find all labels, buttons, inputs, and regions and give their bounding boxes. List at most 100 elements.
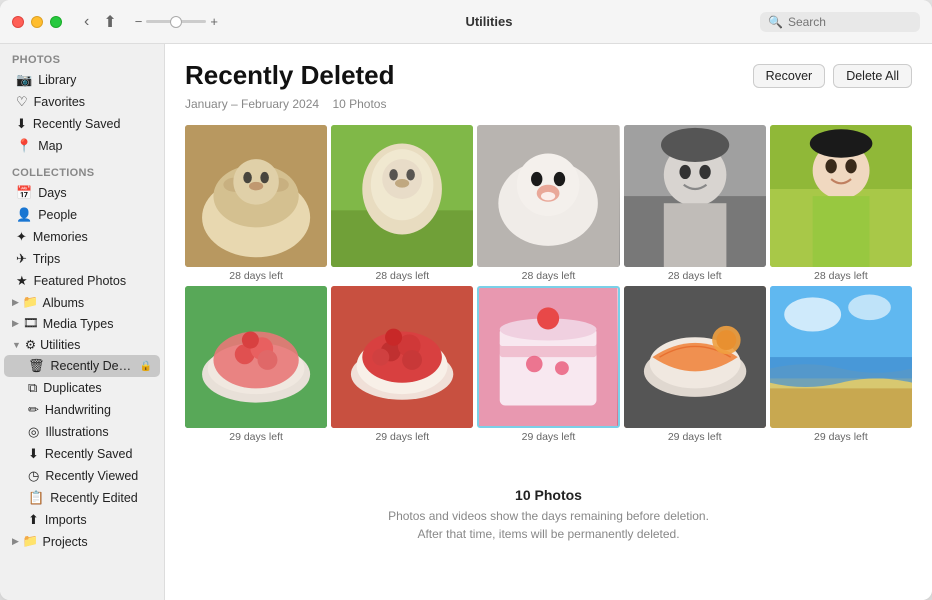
chevron-right-icon: ▶ <box>12 297 19 308</box>
photo-item[interactable]: 28 days left <box>770 125 912 282</box>
trips-icon: ✈ <box>16 251 27 267</box>
photo-item[interactable]: 29 days left <box>331 286 473 443</box>
sidebar-item-label: Map <box>38 139 152 153</box>
zoom-control: − + <box>135 14 218 29</box>
photo-item[interactable]: 28 days left <box>477 125 619 282</box>
sidebar-item-label: Albums <box>43 296 85 310</box>
close-button[interactable] <box>12 16 24 28</box>
sidebar: Photos 📷 Library ♡ Favorites ⬇ Recently … <box>0 44 165 600</box>
sidebar-item-handwriting[interactable]: ✏ Handwriting <box>4 399 160 421</box>
maximize-button[interactable] <box>50 16 62 28</box>
sidebar-item-label: Imports <box>45 513 152 527</box>
chevron-right-icon: ▶ <box>12 536 19 547</box>
sidebar-item-library[interactable]: 📷 Library <box>4 69 160 91</box>
days-left-label: 28 days left <box>477 270 619 282</box>
recover-button[interactable]: Recover <box>753 64 826 88</box>
download-icon: ⬇ <box>28 446 39 462</box>
sidebar-item-favorites[interactable]: ♡ Favorites <box>4 91 160 113</box>
delete-all-button[interactable]: Delete All <box>833 64 912 88</box>
total-count: 10 Photos <box>185 487 912 503</box>
sidebar-item-label: Utilities <box>40 338 80 352</box>
sidebar-item-label: Illustrations <box>45 425 152 439</box>
days-left-label: 29 days left <box>185 431 327 443</box>
sidebar-item-label: Trips <box>33 252 152 266</box>
photo-item[interactable]: 29 days left <box>185 286 327 443</box>
import-icon: ⬆ <box>28 512 39 528</box>
projects-icon: 📁 <box>23 534 39 549</box>
sidebar-item-imports[interactable]: ⬆ Imports <box>4 509 160 531</box>
person-icon: 👤 <box>16 207 32 223</box>
sidebar-item-media-types[interactable]: ▶ 🎞 Media Types <box>4 313 160 334</box>
sidebar-item-days[interactable]: 📅 Days <box>4 182 160 204</box>
photos-section-header: Photos <box>0 44 164 69</box>
photo-item[interactable]: 29 days left <box>624 286 766 443</box>
sidebar-item-label: Media Types <box>43 317 114 331</box>
sidebar-item-utilities[interactable]: ▼ ⚙ Utilities <box>4 334 160 355</box>
sidebar-item-recently-edited[interactable]: 📋 Recently Edited <box>4 487 160 509</box>
sidebar-item-label: Featured Photos <box>34 274 152 288</box>
deletion-description: Photos and videos show the days remainin… <box>185 507 912 543</box>
days-left-label: 29 days left <box>331 431 473 443</box>
sidebar-item-label: Recently Viewed <box>45 469 152 483</box>
sidebar-item-label: Favorites <box>34 95 152 109</box>
sidebar-item-label: Recently Delet... <box>51 359 132 373</box>
sidebar-item-label: Recently Edited <box>50 491 152 505</box>
pen-icon: ✏ <box>28 402 39 418</box>
back-button[interactable]: ‹ <box>80 11 93 33</box>
minimize-button[interactable] <box>31 16 43 28</box>
download-icon: ⬇ <box>16 116 27 132</box>
sidebar-item-trips[interactable]: ✈ Trips <box>4 248 160 270</box>
share-button[interactable]: ⬆ <box>99 10 120 34</box>
sidebar-item-people[interactable]: 👤 People <box>4 204 160 226</box>
sidebar-item-albums[interactable]: ▶ 📁 Albums <box>4 292 160 313</box>
sidebar-item-illustrations[interactable]: ◎ Illustrations <box>4 421 160 443</box>
sidebar-item-featured-photos[interactable]: ★ Featured Photos <box>4 270 160 292</box>
days-left-label: 29 days left <box>624 431 766 443</box>
nav-controls: ‹ ⬆ − + <box>80 10 218 34</box>
sidebar-item-duplicates[interactable]: ⧉ Duplicates <box>4 377 160 399</box>
sidebar-item-label: Projects <box>43 535 88 549</box>
star-icon: ★ <box>16 273 28 289</box>
main-layout: Photos 📷 Library ♡ Favorites ⬇ Recently … <box>0 44 932 600</box>
bottom-info: 10 Photos Photos and videos show the day… <box>185 467 912 553</box>
zoom-minus-button[interactable]: − <box>135 14 143 29</box>
titlebar: ‹ ⬆ − + Utilities 🔍 <box>0 0 932 44</box>
sidebar-item-label: Recently Saved <box>45 447 152 461</box>
days-left-label: 28 days left <box>624 270 766 282</box>
photo-item[interactable]: 29 days left <box>477 286 619 443</box>
calendar-icon: 📅 <box>16 185 32 201</box>
edit-icon: 📋 <box>28 490 44 506</box>
search-bar[interactable]: 🔍 <box>760 12 920 32</box>
zoom-plus-button[interactable]: + <box>210 14 218 29</box>
desc-line2: After that time, items will be permanent… <box>417 527 679 541</box>
search-input[interactable] <box>788 15 908 29</box>
sidebar-item-label: Days <box>38 186 152 200</box>
sidebar-item-recently-saved[interactable]: ⬇ Recently Saved <box>4 113 160 135</box>
photo-item[interactable]: 29 days left <box>770 286 912 443</box>
date-range: January – February 2024 <box>185 97 319 111</box>
media-types-icon: 🎞 <box>23 316 39 331</box>
photo-item[interactable]: 28 days left <box>185 125 327 282</box>
collections-section-header: Collections <box>0 157 164 182</box>
days-left-label: 28 days left <box>770 270 912 282</box>
sidebar-item-memories[interactable]: ✦ Memories <box>4 226 160 248</box>
photo-item[interactable]: 28 days left <box>331 125 473 282</box>
heart-icon: ♡ <box>16 94 28 110</box>
content-subtitle: January – February 2024 10 Photos <box>185 97 912 111</box>
sidebar-item-map[interactable]: 📍 Map <box>4 135 160 157</box>
duplicate-icon: ⧉ <box>28 380 37 396</box>
photo-item[interactable]: 28 days left <box>624 125 766 282</box>
sidebar-item-recently-saved-sub[interactable]: ⬇ Recently Saved <box>4 443 160 465</box>
content-header: Recently Deleted Recover Delete All <box>185 60 912 91</box>
header-buttons: Recover Delete All <box>753 60 912 88</box>
sidebar-item-label: Duplicates <box>43 381 152 395</box>
sidebar-item-recently-deleted[interactable]: 🗑 Recently Delet... 🔒 <box>4 355 160 377</box>
zoom-slider[interactable] <box>146 20 206 23</box>
days-left-label: 28 days left <box>331 270 473 282</box>
clock-icon: ◷ <box>28 468 39 484</box>
sidebar-item-recently-viewed[interactable]: ◷ Recently Viewed <box>4 465 160 487</box>
chevron-right-icon: ▶ <box>12 318 19 329</box>
memories-icon: ✦ <box>16 229 27 245</box>
window-controls <box>12 16 62 28</box>
sidebar-item-projects[interactable]: ▶ 📁 Projects <box>4 531 160 552</box>
